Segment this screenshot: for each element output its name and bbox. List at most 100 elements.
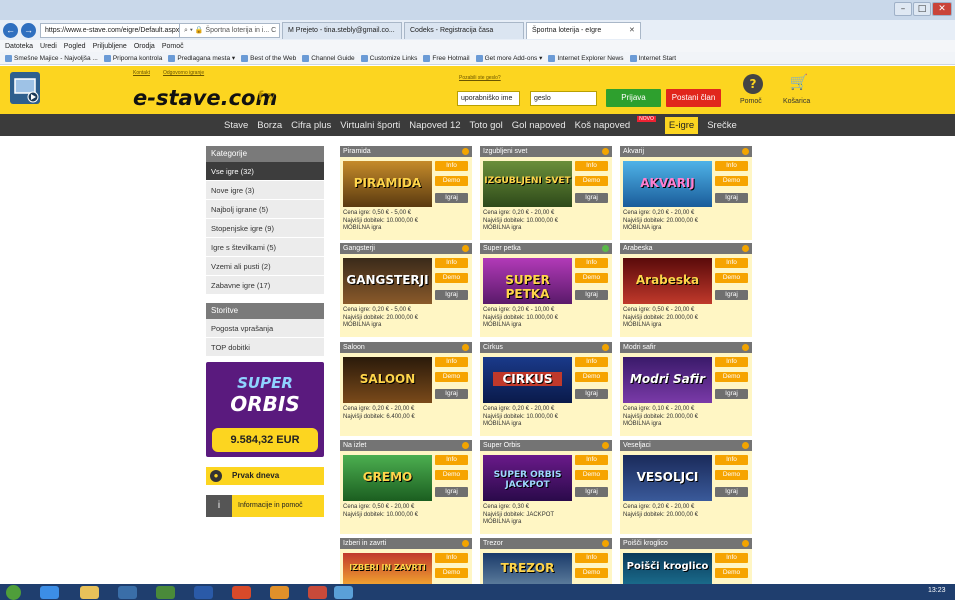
help-label[interactable]: Pomoč xyxy=(740,98,762,105)
game-title[interactable]: Izgubljeni svet xyxy=(480,146,612,157)
favorite-link[interactable]: Internet Explorer News xyxy=(548,54,624,62)
demo-button[interactable]: Demo xyxy=(715,568,748,578)
game-title[interactable]: Piramida xyxy=(340,146,472,157)
game-thumbnail[interactable]: VESOLJCI xyxy=(623,455,712,501)
nav-item-toto-gol[interactable]: Toto gol xyxy=(470,120,503,131)
game-thumbnail[interactable]: IZGUBLJENI SVET xyxy=(483,161,572,207)
play-button[interactable]: Igraj xyxy=(435,487,468,497)
game-thumbnail[interactable]: TREZOR xyxy=(483,553,572,584)
demo-button[interactable]: Demo xyxy=(715,176,748,186)
tab-codeks[interactable]: Codeks - Registracija časa xyxy=(404,21,524,39)
play-button[interactable]: Igraj xyxy=(435,193,468,203)
nav-item-srecke[interactable]: Srečke xyxy=(707,120,737,131)
category-fun[interactable]: Zabavne igre (17) xyxy=(206,276,324,295)
demo-button[interactable]: Demo xyxy=(715,372,748,382)
demo-button[interactable]: Demo xyxy=(435,273,468,283)
demo-button[interactable]: Demo xyxy=(575,273,608,283)
play-button[interactable]: Igraj xyxy=(575,487,608,497)
start-icon[interactable] xyxy=(6,585,21,600)
demo-button[interactable]: Demo xyxy=(715,470,748,480)
favorite-link[interactable]: Best of the Web xyxy=(241,54,296,62)
game-title[interactable]: Cirkus xyxy=(480,342,612,353)
info-help-button[interactable]: i Informacije in pomoč xyxy=(206,495,324,517)
game-title[interactable]: Poišči kroglico xyxy=(620,538,752,549)
menu-item-view[interactable]: Pogled xyxy=(64,43,86,50)
nav-item-e-igre[interactable]: E-igre xyxy=(664,116,699,134)
menu-item-favorites[interactable]: Priljubljene xyxy=(93,43,127,50)
register-button[interactable]: Postani član xyxy=(666,89,721,107)
champion-of-day-button[interactable]: ● Prvak dneva xyxy=(206,467,324,485)
game-thumbnail[interactable]: GREMO xyxy=(343,455,432,501)
category-most-played[interactable]: Najbolj igrane (5) xyxy=(206,200,324,219)
info-button[interactable]: Info xyxy=(435,455,468,465)
game-title[interactable]: Saloon xyxy=(340,342,472,353)
play-button[interactable]: Igraj xyxy=(435,389,468,399)
menu-item-file[interactable]: Datoteka xyxy=(5,43,33,50)
password-field[interactable]: geslo xyxy=(530,91,597,106)
nav-item-borza[interactable]: Borza xyxy=(257,120,282,131)
demo-button[interactable]: Demo xyxy=(575,568,608,578)
game-title[interactable]: Trezor xyxy=(480,538,612,549)
site-logo[interactable]: e-stave.com xyxy=(133,86,277,110)
favorite-link[interactable]: Channel Guide xyxy=(302,54,355,62)
favorite-link[interactable]: Free Hotmail xyxy=(423,54,470,62)
play-button[interactable]: Igraj xyxy=(575,290,608,300)
game-thumbnail[interactable]: CIRKUS xyxy=(483,357,572,403)
nav-item-virtualni-sporti[interactable]: Virtualni športi xyxy=(340,120,400,131)
help-icon[interactable]: ? xyxy=(743,74,763,94)
forward-icon[interactable]: → xyxy=(21,22,36,38)
info-button[interactable]: Info xyxy=(435,357,468,367)
outlook-icon[interactable] xyxy=(270,586,289,599)
info-button[interactable]: Info xyxy=(715,455,748,465)
game-thumbnail[interactable]: PIRAMIDA xyxy=(343,161,432,207)
game-title[interactable]: Modri safir xyxy=(620,342,752,353)
forgot-password-link[interactable]: Pozabili ste geslo? xyxy=(459,75,501,81)
favorite-link[interactable]: Get more Add-ons ▾ xyxy=(475,54,542,62)
demo-button[interactable]: Demo xyxy=(435,470,468,480)
game-thumbnail[interactable]: Poišči kroglico xyxy=(623,553,712,584)
favorite-link[interactable]: Predlagana mesta ▾ xyxy=(168,54,235,62)
favorite-link[interactable]: Priporna kontrola xyxy=(103,54,162,62)
info-button[interactable]: Info xyxy=(435,553,468,563)
favorite-link[interactable]: Smešne Majice - Najvoljša ... xyxy=(5,54,98,62)
chrome-icon[interactable] xyxy=(232,586,251,599)
nav-item-gol-napoved[interactable]: Gol napoved xyxy=(512,120,566,131)
info-button[interactable]: Info xyxy=(575,161,608,171)
menu-item-tools[interactable]: Orodja xyxy=(134,43,155,50)
tv-logo-icon[interactable] xyxy=(10,72,40,104)
game-thumbnail[interactable]: Arabeska xyxy=(623,258,712,304)
info-button[interactable]: Info xyxy=(715,357,748,367)
play-button[interactable]: Igraj xyxy=(715,290,748,300)
game-thumbnail[interactable]: AKVARIJ xyxy=(623,161,712,207)
info-button[interactable]: Info xyxy=(575,455,608,465)
tab-close-icon[interactable]: ✕ xyxy=(629,26,635,34)
category-take-or-leave[interactable]: Vzemi ali pusti (2) xyxy=(206,257,324,276)
game-title[interactable]: Super petka xyxy=(480,243,612,254)
tab-gmail[interactable]: M Prejeto - tina.stebly@gmail.co... xyxy=(282,21,402,39)
game-title[interactable]: Super Orbis xyxy=(480,440,612,451)
game-title[interactable]: Veseljaci xyxy=(620,440,752,451)
play-button[interactable]: Igraj xyxy=(715,487,748,497)
close-window-button[interactable]: ✕ xyxy=(932,2,952,16)
demo-button[interactable]: Demo xyxy=(575,176,608,186)
play-button[interactable]: Igraj xyxy=(435,290,468,300)
cart-label[interactable]: Košarica xyxy=(783,98,810,105)
acrobat-icon[interactable] xyxy=(308,586,327,599)
info-button[interactable]: Info xyxy=(575,357,608,367)
category-tiered[interactable]: Stopenjske igre (9) xyxy=(206,219,324,238)
game-thumbnail[interactable]: SUPER PETKA xyxy=(483,258,572,304)
demo-button[interactable]: Demo xyxy=(715,273,748,283)
responsible-gaming-link[interactable]: Odgovorno igranje xyxy=(163,70,204,76)
nav-item-kos-napoved[interactable]: Koš napoved xyxy=(575,120,630,131)
game-thumbnail[interactable]: SUPER ORBIS JACKPOT xyxy=(483,455,572,501)
game-title[interactable]: Na izlet xyxy=(340,440,472,451)
nav-item-cifra-plus[interactable]: Cifra plus xyxy=(291,120,331,131)
minimize-button[interactable]: – xyxy=(894,2,912,16)
back-icon[interactable]: ← xyxy=(3,22,18,38)
category-all[interactable]: Vse igre (32) xyxy=(206,162,324,181)
game-thumbnail[interactable]: Modri Safir xyxy=(623,357,712,403)
app-icon[interactable] xyxy=(334,586,353,599)
play-button[interactable]: Igraj xyxy=(715,389,748,399)
social-icons[interactable]: f 𝕪 xyxy=(258,89,275,103)
favorite-link[interactable]: Customize Links xyxy=(360,54,417,62)
